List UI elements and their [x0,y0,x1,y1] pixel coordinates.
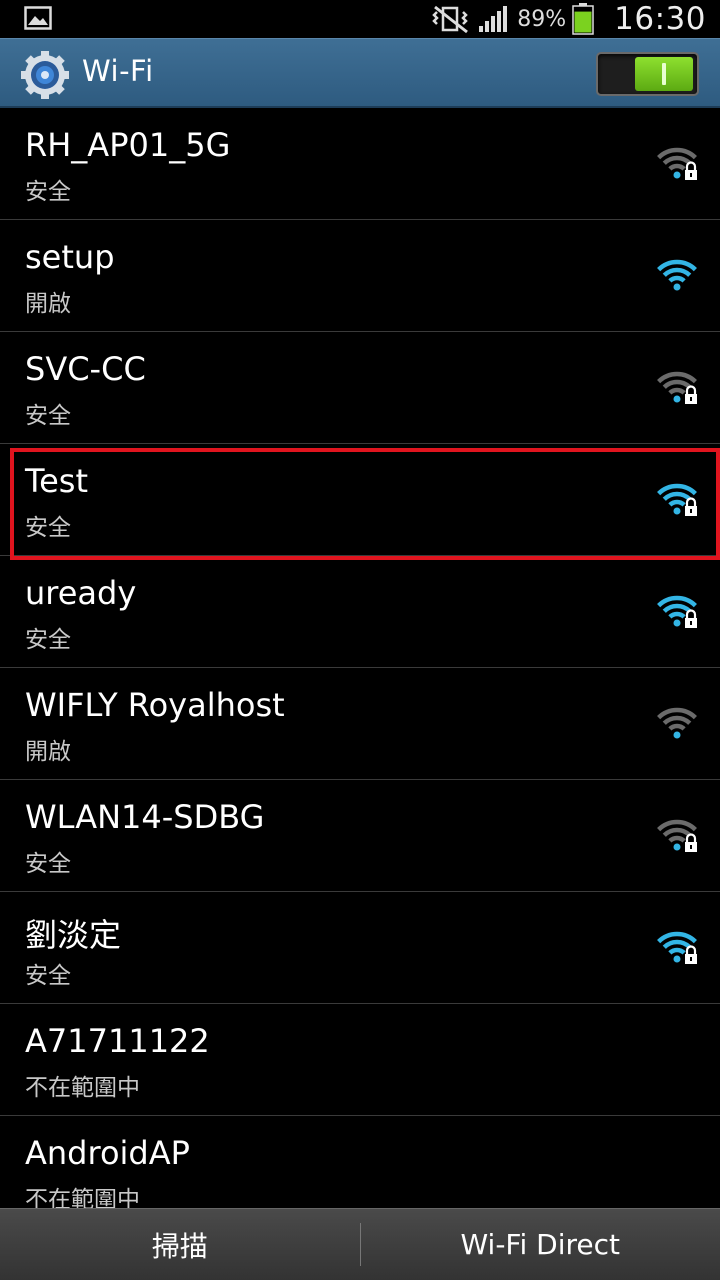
network-ssid: AndroidAP [25,1134,190,1172]
network-ssid: Test [25,462,89,500]
network-row[interactable]: WLAN14-SDBG 安全 [0,780,720,892]
clock: 16:30 [614,1,706,37]
network-ssid: WLAN14-SDBG [25,798,265,836]
gallery-icon [24,6,52,30]
network-ssid: A71711122 [25,1022,210,1060]
network-status: 安全 [25,403,71,429]
mute-vibrate-icon [432,5,469,34]
network-row[interactable]: SVC-CC 安全 [0,332,720,444]
toggle-knob[interactable] [635,57,693,91]
network-row[interactable]: RH_AP01_5G 安全 [0,108,720,220]
network-list[interactable]: RH_AP01_5G 安全 setup 開啟 SVC-CC 安全 Test 安全 uready 安… [0,108,720,1208]
lock-icon [685,385,697,404]
wifi-signal-icon [657,595,697,628]
cell-signal-icon [479,6,508,32]
network-row[interactable]: WIFLY Royalhost 開啟 [0,668,720,780]
wifi-signal-icon [657,819,697,852]
wifi-signal-icon [657,483,697,516]
network-ssid: 劉淡定 [25,916,122,954]
network-ssid: SVC-CC [25,350,146,388]
network-status: 不在範圍中 [25,1187,140,1208]
bottom-bar: 掃描 Wi-Fi Direct [0,1208,720,1280]
network-status: 安全 [25,515,71,541]
network-status: 安全 [25,627,71,653]
network-ssid: setup [25,238,115,276]
scan-button[interactable]: 掃描 [0,1209,360,1280]
network-status: 安全 [25,963,71,989]
network-row[interactable]: Test 安全 [0,444,720,560]
action-bar: Wi-Fi [0,38,720,108]
network-status: 安全 [25,179,71,205]
network-status: 不在範圍中 [25,1075,140,1101]
network-row[interactable]: 劉淡定 安全 [0,892,720,1004]
status-bar: 89% 16:30 [0,0,720,38]
lock-icon [685,161,697,180]
network-row[interactable]: setup 開啟 [0,220,720,332]
lock-icon [685,497,697,516]
settings-gear-icon [21,51,69,99]
network-row[interactable]: uready 安全 [0,556,720,668]
network-status: 開啟 [25,739,71,765]
network-status: 安全 [25,851,71,877]
battery-percentage: 89% [517,6,567,32]
network-row[interactable]: A71711122 不在範圍中 [0,1004,720,1116]
page-title: Wi-Fi [82,54,154,88]
wifi-signal-icon [657,931,697,964]
lock-icon [685,833,697,852]
lock-icon [685,945,697,964]
battery-icon [572,3,594,35]
wifi-signal-icon [657,259,697,291]
wifi-direct-button[interactable]: Wi-Fi Direct [361,1209,720,1280]
network-ssid: RH_AP01_5G [25,126,231,164]
network-ssid: WIFLY Royalhost [25,686,285,724]
network-row[interactable]: AndroidAP 不在範圍中 [0,1116,720,1208]
wifi-toggle-switch[interactable] [596,52,699,96]
wifi-signal-icon [657,371,697,404]
wifi-signal-icon [657,147,697,180]
network-ssid: uready [25,574,137,612]
lock-icon [685,609,697,628]
network-status: 開啟 [25,291,71,317]
wifi-signal-icon [657,707,697,739]
